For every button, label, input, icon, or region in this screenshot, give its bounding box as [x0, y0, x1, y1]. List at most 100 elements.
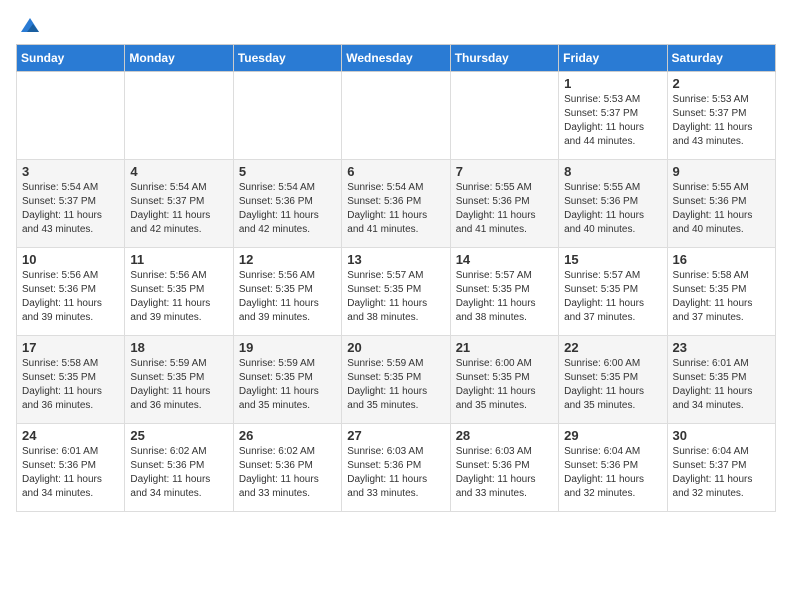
day-info: Sunrise: 6:02 AM Sunset: 5:36 PM Dayligh…: [130, 445, 227, 501]
day-info: Sunrise: 6:04 AM Sunset: 5:37 PM Dayligh…: [673, 445, 770, 501]
calendar-cell: 18Sunrise: 5:59 AM Sunset: 5:35 PM Dayli…: [125, 336, 233, 424]
calendar-cell: 21Sunrise: 6:00 AM Sunset: 5:35 PM Dayli…: [450, 336, 558, 424]
calendar-cell: 19 Sunrise: 5:59 AM Sunset: 5:35 PM Dayli…: [233, 336, 341, 424]
day-info: Sunrise: 5:55 AM Sunset: 5:36 PM Dayligh…: [456, 181, 553, 237]
day-info: Sunrise: 5:55 AM Sunset: 5:36 PM Dayligh…: [673, 181, 770, 237]
calendar-cell: 30 Sunrise: 6:04 AM Sunset: 5:37 PM Dayli…: [667, 424, 775, 512]
day-number: 4: [130, 164, 227, 179]
day-info: Sunrise: 5:55 AM Sunset: 5:36 PM Dayligh…: [564, 181, 661, 237]
calendar-table: SundayMondayTuesdayWednesdayThursdayFrid…: [16, 44, 776, 512]
logo: [16, 16, 41, 32]
calendar-cell: [125, 72, 233, 160]
week-row-5: 24Sunrise: 6:01 AM Sunset: 5:36 PM Dayli…: [17, 424, 776, 512]
day-info: Sunrise: 5:56 AM Sunset: 5:35 PM Dayligh…: [239, 269, 336, 325]
day-number: 19: [239, 340, 336, 355]
calendar-cell: 7 Sunrise: 5:55 AM Sunset: 5:36 PM Daylig…: [450, 160, 558, 248]
day-number: 7: [456, 164, 553, 179]
calendar-cell: 16 Sunrise: 5:58 AM Sunset: 5:35 PM Dayli…: [667, 248, 775, 336]
calendar-cell: 1 Sunrise: 5:53 AM Sunset: 5:37 PM Daylig…: [559, 72, 667, 160]
calendar-cell: 8 Sunrise: 5:55 AM Sunset: 5:36 PM Daylig…: [559, 160, 667, 248]
day-number: 5: [239, 164, 336, 179]
calendar-cell: 4 Sunrise: 5:54 AM Sunset: 5:37 PM Daylig…: [125, 160, 233, 248]
day-number: 12: [239, 252, 336, 267]
calendar-cell: [233, 72, 341, 160]
week-row-1: 1 Sunrise: 5:53 AM Sunset: 5:37 PM Daylig…: [17, 72, 776, 160]
day-info: Sunrise: 5:53 AM Sunset: 5:37 PM Dayligh…: [564, 93, 661, 149]
day-number: 6: [347, 164, 444, 179]
week-row-3: 10 Sunrise: 5:56 AM Sunset: 5:36 PM Dayli…: [17, 248, 776, 336]
calendar-cell: 10 Sunrise: 5:56 AM Sunset: 5:36 PM Dayli…: [17, 248, 125, 336]
day-number: 21: [456, 340, 553, 355]
day-info: Sunrise: 5:57 AM Sunset: 5:35 PM Dayligh…: [456, 269, 553, 325]
calendar-cell: 3Sunrise: 5:54 AM Sunset: 5:37 PM Daylig…: [17, 160, 125, 248]
day-number: 10: [22, 252, 119, 267]
week-row-2: 3Sunrise: 5:54 AM Sunset: 5:37 PM Daylig…: [17, 160, 776, 248]
calendar-cell: 14 Sunrise: 5:57 AM Sunset: 5:35 PM Dayli…: [450, 248, 558, 336]
day-number: 2: [673, 76, 770, 91]
day-number: 25: [130, 428, 227, 443]
day-info: Sunrise: 6:02 AM Sunset: 5:36 PM Dayligh…: [239, 445, 336, 501]
page-header: [16, 16, 776, 32]
day-number: 30: [673, 428, 770, 443]
day-number: 24: [22, 428, 119, 443]
day-number: 9: [673, 164, 770, 179]
calendar-cell: 2 Sunrise: 5:53 AM Sunset: 5:37 PM Daylig…: [667, 72, 775, 160]
weekday-header-wednesday: Wednesday: [342, 45, 450, 72]
calendar-cell: 25 Sunrise: 6:02 AM Sunset: 5:36 PM Dayli…: [125, 424, 233, 512]
calendar-cell: 20 Sunrise: 5:59 AM Sunset: 5:35 PM Dayli…: [342, 336, 450, 424]
calendar-cell: 27 Sunrise: 6:03 AM Sunset: 5:36 PM Dayli…: [342, 424, 450, 512]
day-info: Sunrise: 5:56 AM Sunset: 5:35 PM Dayligh…: [130, 269, 227, 325]
calendar-cell: 12 Sunrise: 5:56 AM Sunset: 5:35 PM Dayli…: [233, 248, 341, 336]
day-info: Sunrise: 5:58 AM Sunset: 5:35 PM Dayligh…: [673, 269, 770, 325]
day-info: Sunrise: 6:00 AM Sunset: 5:35 PM Dayligh…: [564, 357, 661, 413]
calendar-cell: 24Sunrise: 6:01 AM Sunset: 5:36 PM Dayli…: [17, 424, 125, 512]
day-info: Sunrise: 6:01 AM Sunset: 5:35 PM Dayligh…: [673, 357, 770, 413]
calendar-cell: [17, 72, 125, 160]
weekday-header-saturday: Saturday: [667, 45, 775, 72]
day-number: 8: [564, 164, 661, 179]
weekday-header-row: SundayMondayTuesdayWednesdayThursdayFrid…: [17, 45, 776, 72]
day-info: Sunrise: 5:54 AM Sunset: 5:37 PM Dayligh…: [22, 181, 119, 237]
day-number: 29: [564, 428, 661, 443]
day-number: 13: [347, 252, 444, 267]
calendar-cell: 23 Sunrise: 6:01 AM Sunset: 5:35 PM Dayli…: [667, 336, 775, 424]
day-info: Sunrise: 6:03 AM Sunset: 5:36 PM Dayligh…: [347, 445, 444, 501]
calendar-cell: 28 Sunrise: 6:03 AM Sunset: 5:36 PM Dayli…: [450, 424, 558, 512]
day-number: 23: [673, 340, 770, 355]
day-info: Sunrise: 6:04 AM Sunset: 5:36 PM Dayligh…: [564, 445, 661, 501]
day-info: Sunrise: 6:03 AM Sunset: 5:36 PM Dayligh…: [456, 445, 553, 501]
weekday-header-thursday: Thursday: [450, 45, 558, 72]
day-info: Sunrise: 5:59 AM Sunset: 5:35 PM Dayligh…: [130, 357, 227, 413]
calendar-cell: 6 Sunrise: 5:54 AM Sunset: 5:36 PM Daylig…: [342, 160, 450, 248]
week-row-4: 17Sunrise: 5:58 AM Sunset: 5:35 PM Dayli…: [17, 336, 776, 424]
calendar-cell: 17Sunrise: 5:58 AM Sunset: 5:35 PM Dayli…: [17, 336, 125, 424]
day-number: 26: [239, 428, 336, 443]
day-number: 1: [564, 76, 661, 91]
day-info: Sunrise: 5:56 AM Sunset: 5:36 PM Dayligh…: [22, 269, 119, 325]
day-info: Sunrise: 5:54 AM Sunset: 5:36 PM Dayligh…: [239, 181, 336, 237]
day-number: 20: [347, 340, 444, 355]
calendar-cell: 11 Sunrise: 5:56 AM Sunset: 5:35 PM Dayli…: [125, 248, 233, 336]
day-info: Sunrise: 5:58 AM Sunset: 5:35 PM Dayligh…: [22, 357, 119, 413]
day-info: Sunrise: 5:57 AM Sunset: 5:35 PM Dayligh…: [564, 269, 661, 325]
weekday-header-friday: Friday: [559, 45, 667, 72]
day-number: 28: [456, 428, 553, 443]
day-number: 27: [347, 428, 444, 443]
weekday-header-sunday: Sunday: [17, 45, 125, 72]
calendar-cell: 26 Sunrise: 6:02 AM Sunset: 5:36 PM Dayli…: [233, 424, 341, 512]
calendar-cell: [342, 72, 450, 160]
calendar-cell: [450, 72, 558, 160]
day-number: 16: [673, 252, 770, 267]
weekday-header-tuesday: Tuesday: [233, 45, 341, 72]
day-info: Sunrise: 5:59 AM Sunset: 5:35 PM Dayligh…: [347, 357, 444, 413]
calendar-cell: 9 Sunrise: 5:55 AM Sunset: 5:36 PM Daylig…: [667, 160, 775, 248]
day-number: 14: [456, 252, 553, 267]
day-info: Sunrise: 5:54 AM Sunset: 5:36 PM Dayligh…: [347, 181, 444, 237]
day-info: Sunrise: 5:59 AM Sunset: 5:35 PM Dayligh…: [239, 357, 336, 413]
calendar-cell: 22Sunrise: 6:00 AM Sunset: 5:35 PM Dayli…: [559, 336, 667, 424]
day-info: Sunrise: 5:54 AM Sunset: 5:37 PM Dayligh…: [130, 181, 227, 237]
day-number: 11: [130, 252, 227, 267]
day-info: Sunrise: 5:53 AM Sunset: 5:37 PM Dayligh…: [673, 93, 770, 149]
day-number: 15: [564, 252, 661, 267]
calendar-cell: 15 Sunrise: 5:57 AM Sunset: 5:35 PM Dayli…: [559, 248, 667, 336]
